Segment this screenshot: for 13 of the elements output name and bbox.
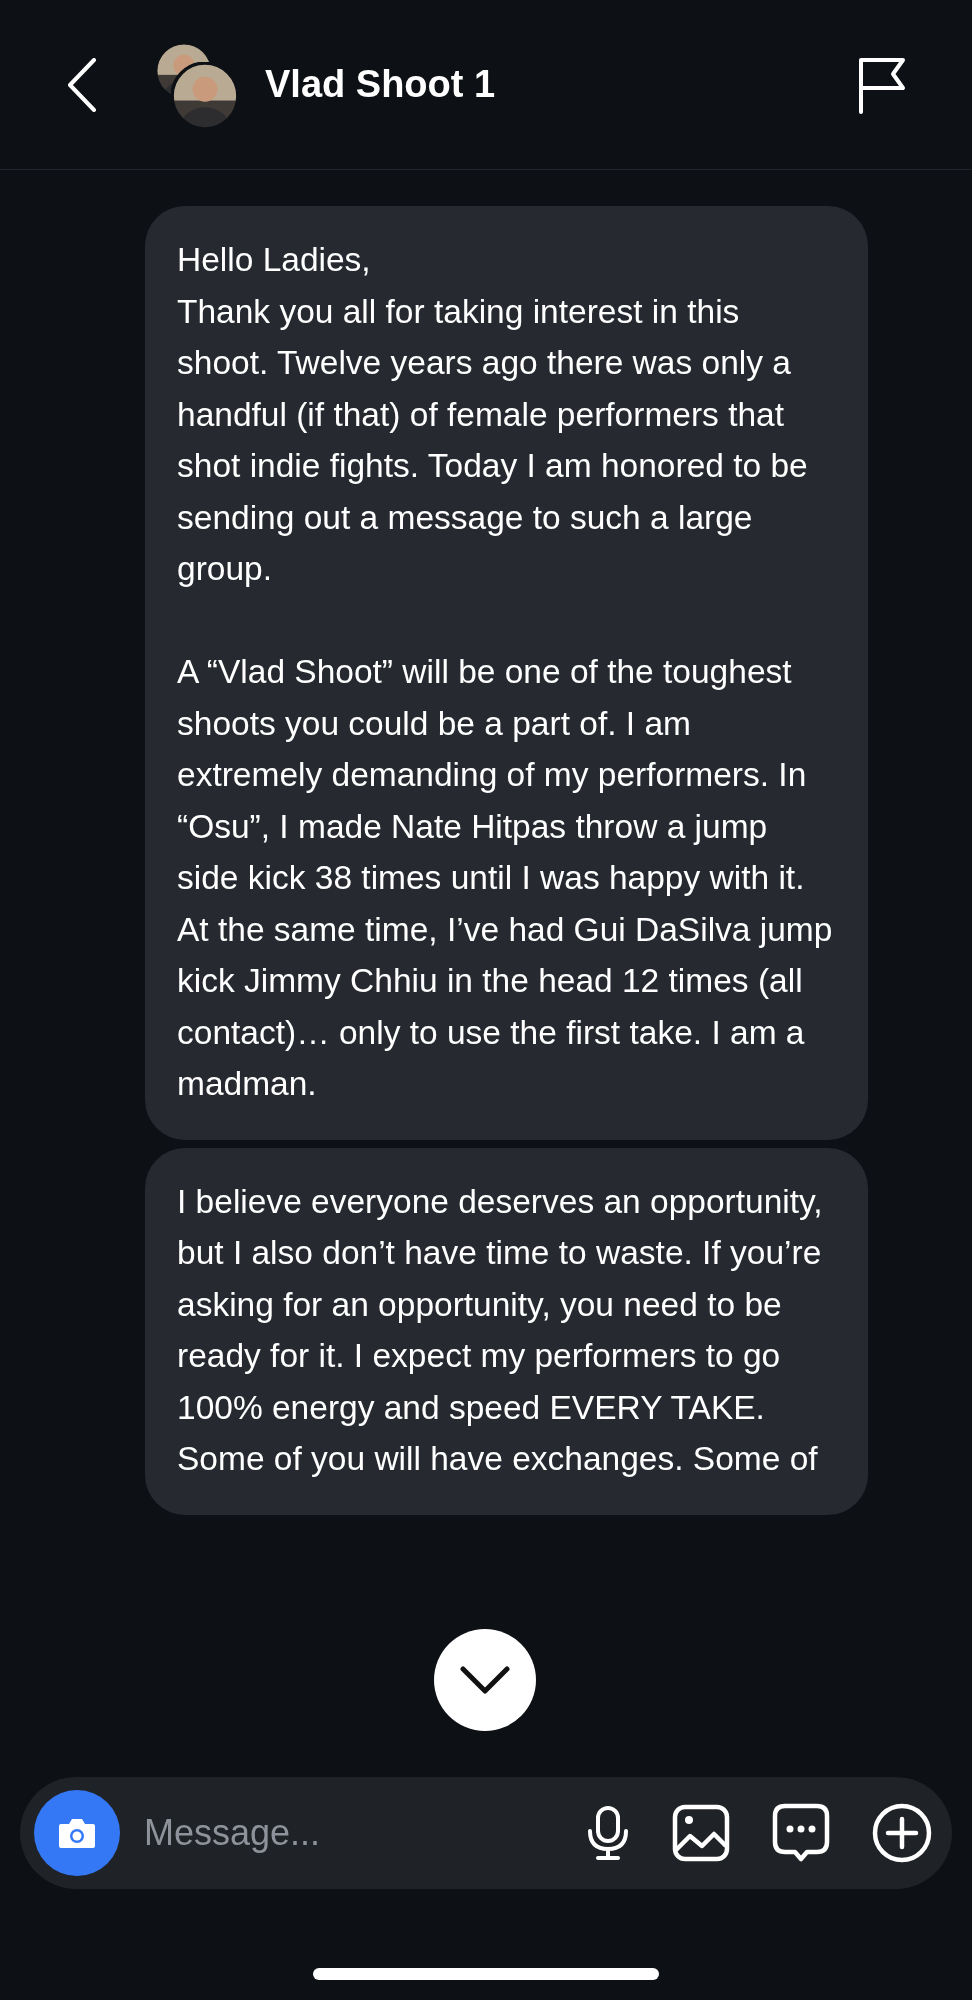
chat-bubble-icon[interactable] xyxy=(772,1803,830,1863)
microphone-icon[interactable] xyxy=(586,1805,630,1861)
flag-icon xyxy=(857,55,907,114)
camera-button[interactable] xyxy=(34,1790,120,1876)
camera-icon xyxy=(57,1816,97,1850)
add-icon[interactable] xyxy=(872,1803,932,1863)
chat-title: Vlad Shoot 1 xyxy=(265,62,496,107)
message-text: I believe everyone deserves an opportunity, but I also don’t have time to waste. If you’re asking for an opportunity, you need to be ready for it. I expect my performers to go 100% energy and speed EVERY TAKE. Some of you will have exchanges. Some of xyxy=(177,1181,824,1479)
image-icon[interactable] xyxy=(672,1804,730,1862)
message-field[interactable]: Message... xyxy=(144,1806,586,1860)
message-text: Hello Ladies, Thank you all for taking interest in this shoot. Twelve years ago there was only a handful (if that) of female performers that shot indie fights. Today I am honored to be sending out a message to such a large group. A “Vlad Shoot” will be one of the toughest shoots you could be a part of. I am extremely demanding of my performers. In “Osu”, I made Nate Hitpas throw a jump side kick 38 times until I was happy with it. At the same time, I’ve had Gui DaSilva jump kick Jimmy Chhiu in the head 12 times (all contact)… only to use the first take. I am a madman. xyxy=(177,240,834,1104)
back-icon xyxy=(67,57,97,112)
chevron-down-icon xyxy=(460,1666,510,1694)
